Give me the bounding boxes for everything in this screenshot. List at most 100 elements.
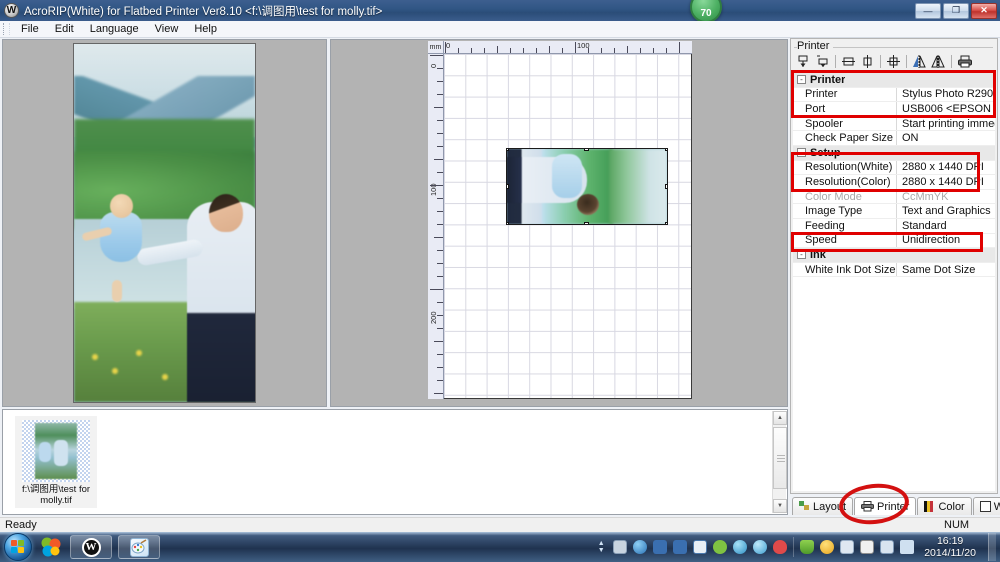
property-value[interactable]: Same Dot Size xyxy=(897,264,995,276)
property-group-printer[interactable]: - Printer xyxy=(793,73,995,88)
menu-item-edit[interactable]: Edit xyxy=(47,22,82,36)
property-label: Port xyxy=(793,102,897,116)
restore-button[interactable]: ❐ xyxy=(943,2,969,19)
browser-2-icon[interactable] xyxy=(753,540,768,554)
property-row-spooler[interactable]: Spooler Start printing immediate xyxy=(793,116,995,132)
tab-label: Layout xyxy=(813,500,847,513)
property-row-white-ink-dot-size[interactable]: White Ink Dot Size Same Dot Size xyxy=(793,262,995,278)
flag-icon[interactable] xyxy=(840,540,855,554)
property-value[interactable]: 2880 x 1440 DPI xyxy=(897,176,995,188)
print-icon[interactable] xyxy=(956,53,973,70)
property-value[interactable]: 2880 x 1440 DPI xyxy=(897,161,995,173)
property-row-speed[interactable]: Speed Unidirection xyxy=(793,233,995,249)
menu-item-file[interactable]: File xyxy=(13,22,47,36)
ruler-h-label-0: 0 xyxy=(446,41,451,50)
network-globe-icon[interactable] xyxy=(633,540,648,554)
property-label: Color Mode xyxy=(793,189,897,204)
green-dot-icon[interactable] xyxy=(713,540,728,554)
resize-handle-sw[interactable] xyxy=(507,222,509,224)
scroll-up-icon[interactable]: ▲ xyxy=(773,411,787,425)
document-icon[interactable] xyxy=(860,540,875,554)
menu-item-view[interactable]: View xyxy=(147,22,187,36)
file-list-strip[interactable]: f:\调图用\test for molly.tif ▲ ▼ xyxy=(2,409,788,515)
security-shield-icon[interactable] xyxy=(800,540,815,554)
keyboard-ime-icon[interactable] xyxy=(613,540,628,554)
property-group-ink[interactable]: - Ink xyxy=(793,248,995,263)
property-list: - Printer Printer Stylus Photo R290 Port … xyxy=(793,73,995,491)
property-value[interactable]: USB006 <EPSON L8 0 xyxy=(897,103,995,115)
expander-icon[interactable]: - xyxy=(797,75,806,85)
property-value[interactable]: Stylus Photo R290 xyxy=(897,88,995,100)
scroll-down-icon[interactable]: ▼ xyxy=(773,499,787,513)
align-left-icon[interactable] xyxy=(840,53,857,70)
property-row-printer[interactable]: Printer Stylus Photo R290 xyxy=(793,87,995,103)
minimize-button[interactable]: — xyxy=(915,2,941,19)
printer-toolbar xyxy=(795,52,993,71)
selected-image-object[interactable] xyxy=(506,148,668,225)
tab-printer[interactable]: Printer xyxy=(854,497,917,515)
property-row-check-paper-size[interactable]: Check Paper Size ON xyxy=(793,131,995,146)
taskbar-app-paint[interactable] xyxy=(118,535,160,559)
property-group-setup[interactable]: - Setup xyxy=(793,145,995,161)
property-label: Image Type xyxy=(793,204,897,218)
align-center-icon[interactable] xyxy=(885,53,902,70)
property-row-feeding[interactable]: Feeding Standard xyxy=(793,218,995,234)
network-status-icon[interactable] xyxy=(880,540,895,554)
list-app-icon[interactable] xyxy=(693,540,708,554)
layout-canvas-pane[interactable]: mm 0 100 0 100 200 xyxy=(330,39,788,407)
property-label: Feeding xyxy=(793,218,897,233)
tray-expand-icon[interactable]: ▲ ▼ xyxy=(595,537,607,557)
printer-icon xyxy=(861,501,875,512)
show-desktop-button[interactable] xyxy=(988,533,996,561)
tab-color[interactable]: Color xyxy=(917,497,972,515)
close-button[interactable]: ✕ xyxy=(971,2,997,19)
resize-handle-nw[interactable] xyxy=(507,149,509,151)
browser-icon[interactable] xyxy=(733,540,748,554)
property-row-port[interactable]: Port USB006 <EPSON L8 0 xyxy=(793,102,995,117)
menu-item-help[interactable]: Help xyxy=(186,22,225,36)
start-button-icon[interactable] xyxy=(4,533,32,561)
expander-icon[interactable]: - xyxy=(797,148,806,158)
file-list-scrollbar[interactable]: ▲ ▼ xyxy=(772,411,787,513)
align-bottom-icon[interactable] xyxy=(814,53,831,70)
property-row-image-type[interactable]: Image Type Text and Graphics xyxy=(793,204,995,219)
file-thumbnail-item[interactable]: f:\调图用\test for molly.tif xyxy=(15,416,97,508)
flip-horizontal-icon[interactable] xyxy=(911,53,928,70)
app-icon: W xyxy=(4,3,19,18)
update-icon[interactable] xyxy=(820,540,835,554)
tab-white[interactable]: White xyxy=(972,497,1000,515)
resize-handle-ne[interactable] xyxy=(665,149,667,151)
property-value[interactable]: Standard xyxy=(897,220,995,232)
resize-handle-w[interactable] xyxy=(507,183,509,189)
align-right-icon[interactable] xyxy=(859,53,876,70)
property-row-resolution-white[interactable]: Resolution(White) 2880 x 1440 DPI xyxy=(793,160,995,176)
tab-label: White xyxy=(993,500,1000,513)
flip-vertical-icon[interactable] xyxy=(930,53,947,70)
quicklaunch-colorballs-icon[interactable] xyxy=(38,534,64,560)
align-top-icon[interactable] xyxy=(795,53,812,70)
property-label: Resolution(Color) xyxy=(793,175,897,189)
expander-icon[interactable]: - xyxy=(797,250,806,260)
property-value[interactable]: Text and Graphics xyxy=(897,205,995,217)
qq-penguin-icon[interactable] xyxy=(773,540,788,554)
runner-app-2-icon[interactable] xyxy=(673,540,688,554)
taskbar-clock[interactable]: 16:19 2014/11/20 xyxy=(924,535,982,559)
image-preview-pane[interactable] xyxy=(2,39,327,407)
volume-icon[interactable] xyxy=(900,540,915,554)
property-value[interactable]: Unidirection xyxy=(897,234,995,246)
property-row-resolution-color[interactable]: Resolution(Color) 2880 x 1440 DPI xyxy=(793,175,995,190)
print-sheet[interactable] xyxy=(444,54,692,399)
resize-handle-se[interactable] xyxy=(665,222,667,224)
printer-properties-panel: Printer - Printer Printer Stylus Photo R… xyxy=(790,38,998,494)
property-value[interactable]: Start printing immediate xyxy=(897,118,995,130)
resize-handle-n[interactable] xyxy=(584,149,589,151)
runner-app-icon[interactable] xyxy=(653,540,668,554)
tab-layout[interactable]: Layout xyxy=(792,497,854,515)
menu-item-language[interactable]: Language xyxy=(82,22,147,36)
taskbar-app-wordpress[interactable]: W xyxy=(70,535,112,559)
thumbnail-image xyxy=(22,420,90,482)
property-value[interactable]: ON xyxy=(897,132,995,144)
scrollbar-thumb[interactable] xyxy=(773,427,787,489)
resize-handle-e[interactable] xyxy=(665,183,667,189)
resize-handle-s[interactable] xyxy=(584,222,589,224)
